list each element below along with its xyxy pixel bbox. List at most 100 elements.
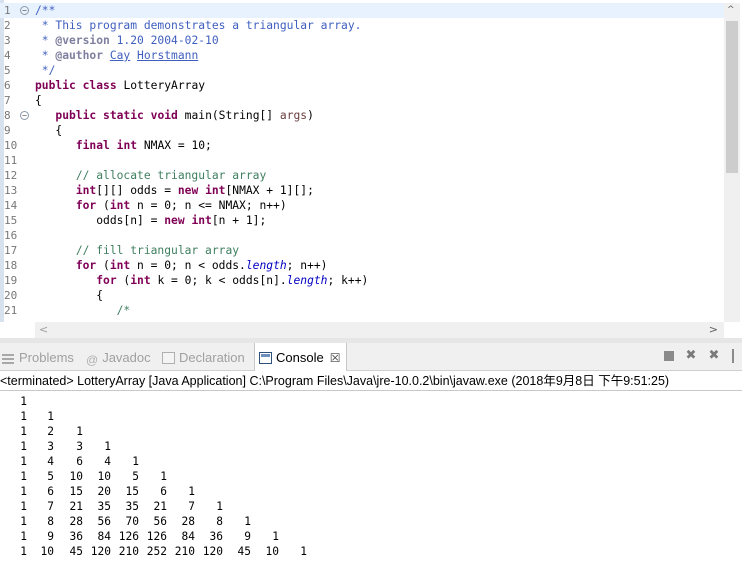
console-output-value: 10	[265, 545, 279, 558]
scroll-up-arrow-icon[interactable]: ^	[727, 5, 735, 15]
code-token: int	[130, 274, 151, 287]
terminate-stop-icon[interactable]	[662, 349, 676, 363]
code-line[interactable]: 11	[0, 153, 724, 168]
code-line[interactable]: 13 int[][] odds = new int[NMAX + 1][];	[0, 183, 724, 198]
code-line[interactable]: 3 * @version 1.20 2004-02-10	[0, 33, 724, 48]
console-output-value: 56	[97, 515, 111, 528]
remove-launch-icon[interactable]: ✖	[684, 349, 698, 363]
fold-collapse-icon[interactable]: −	[20, 111, 29, 120]
console-output-value: 7	[188, 500, 195, 513]
line-number: 13	[4, 184, 18, 197]
console-output-value: 4	[47, 455, 54, 468]
code-token: LotteryArray	[116, 79, 206, 92]
code-token: k = 0; k < odds[n].	[150, 274, 287, 287]
tab-problems[interactable]: Problems	[2, 343, 74, 371]
close-icon[interactable]: ☒	[330, 351, 341, 365]
console-output-value: 1	[132, 455, 139, 468]
code-line[interactable]: 4 * @author Cay Horstmann	[0, 48, 724, 63]
code-text: * This program demonstrates a triangular…	[35, 18, 362, 33]
console-output-value: 1	[160, 470, 167, 483]
code-token: int	[116, 139, 138, 152]
code-editor[interactable]: 1−/** 2 * This program demonstrates a tri…	[0, 0, 742, 338]
code-token: length	[286, 274, 328, 287]
tab-javadoc-label: Javadoc	[102, 350, 151, 365]
console-output-value: 1	[20, 425, 27, 438]
code-line[interactable]: 9 {	[0, 123, 724, 138]
console-output-value: 10	[40, 545, 54, 558]
console-output-value: 84	[181, 530, 195, 543]
line-number: 10	[4, 139, 18, 152]
console-output-value: 3	[47, 440, 54, 453]
code-text: final int NMAX = 10;	[35, 138, 212, 153]
code-text: odds[n] = new int[n + 1];	[35, 213, 266, 228]
code-line[interactable]: 20 {	[0, 288, 724, 303]
tab-console[interactable]: Console ☒	[254, 343, 348, 371]
console-output-value: 120	[90, 545, 111, 558]
fold-collapse-icon[interactable]: −	[20, 6, 29, 15]
console-output-value: 8	[47, 515, 54, 528]
line-number: 14	[4, 199, 18, 212]
remove-all-terminated-icon[interactable]: ✖	[707, 349, 721, 363]
code-lines[interactable]: 1−/** 2 * This program demonstrates a tri…	[0, 3, 724, 318]
console-output-value: 10	[69, 470, 83, 483]
line-number: 5	[4, 64, 11, 77]
view-tab-bar: Problems @ Javadoc Declaration Console ☒ ✖…	[0, 343, 742, 371]
code-token: int	[191, 214, 212, 227]
code-token: ; k++)	[327, 274, 369, 287]
console-output-value: 36	[209, 530, 223, 543]
code-line[interactable]: 19 for (int k = 0; k < odds[n].length; k…	[0, 273, 724, 288]
code-line[interactable]: 5 */	[0, 63, 724, 78]
code-line[interactable]: 1−/**	[0, 3, 724, 18]
tab-declaration[interactable]: Declaration	[162, 343, 245, 371]
console-output-value: 120	[202, 545, 223, 558]
editor-horizontal-scrollbar[interactable]: < >	[35, 322, 724, 338]
scroll-left-arrow-icon[interactable]: <	[39, 323, 48, 336]
code-line[interactable]: 15 odds[n] = new int[n + 1];	[0, 213, 724, 228]
toolbar-separator-icon	[728, 349, 738, 363]
console-output-value: 21	[69, 500, 83, 513]
code-text: {	[35, 123, 62, 138]
code-line[interactable]: 12 // allocate triangular array	[0, 168, 724, 183]
line-number: 18	[4, 259, 18, 272]
code-line[interactable]: 16	[0, 228, 724, 243]
code-token: @version	[55, 34, 110, 47]
console-output-value: 252	[146, 545, 167, 558]
tab-javadoc[interactable]: @ Javadoc	[86, 343, 151, 371]
code-text: // fill triangular array	[35, 243, 239, 258]
code-text: * @version 1.20 2004-02-10	[35, 33, 219, 48]
editor-vertical-scrollbar[interactable]: ^	[724, 3, 740, 322]
code-line[interactable]: 2 * This program demonstrates a triangul…	[0, 18, 724, 33]
code-token: for	[96, 274, 117, 287]
editor-vertical-scroll-thumb[interactable]	[726, 21, 738, 173]
code-line[interactable]: 10 final int NMAX = 10;	[0, 138, 724, 153]
code-token: (	[116, 274, 131, 287]
code-text: /**	[35, 3, 55, 18]
code-line[interactable]: 18 for (int n = 0; n < odds.length; n++)	[0, 258, 724, 273]
code-line[interactable]: 8− public static void main(String[] args…	[0, 108, 724, 123]
console-output-value: 1	[20, 515, 27, 528]
line-number: 20	[4, 289, 18, 302]
line-number: 11	[4, 154, 18, 167]
code-token: new	[177, 184, 199, 197]
scroll-right-arrow-icon[interactable]: >	[709, 323, 718, 336]
code-token: static	[103, 109, 144, 122]
code-line[interactable]: 21 /*	[0, 303, 724, 318]
problems-list-icon	[2, 352, 15, 364]
console-view[interactable]: <terminated> LotteryArray [Java Applicat…	[0, 372, 742, 563]
code-line[interactable]: 7{	[0, 93, 724, 108]
code-token: */	[35, 64, 56, 77]
line-number: 3	[4, 34, 11, 47]
console-output-value: 2	[47, 425, 54, 438]
code-line[interactable]: 14 for (int n = 0; n <= NMAX; n++)	[0, 198, 724, 213]
code-token: odds[n] =	[35, 214, 165, 227]
code-line[interactable]: 6 public class LotteryArray	[0, 78, 724, 93]
console-output-value: 8	[216, 515, 223, 528]
console-process-label: <terminated> LotteryArray [Java Applicat…	[0, 374, 670, 388]
code-line[interactable]: 17 // fill triangular array	[0, 243, 724, 258]
console-output-value: 1	[216, 500, 223, 513]
